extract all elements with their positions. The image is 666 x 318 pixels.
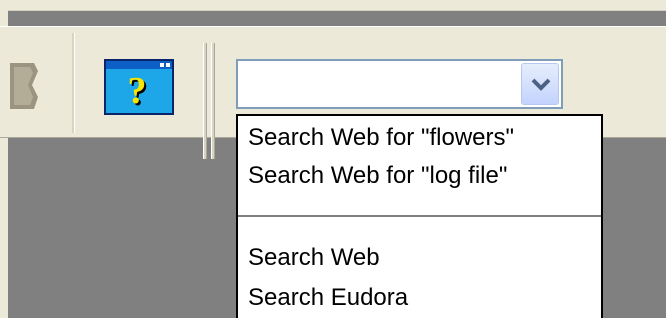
dropdown-item-search-web[interactable]: Search Web (248, 240, 380, 276)
search-combo-box[interactable] (236, 59, 563, 109)
chevron-down-icon (531, 78, 551, 91)
menu-bar-edge (0, 0, 666, 11)
toolbar-button-icon (10, 63, 38, 109)
toolbar-grip[interactable] (203, 43, 217, 159)
dropdown-item-search-eudora[interactable]: Search Eudora (248, 280, 408, 316)
search-input[interactable] (242, 65, 512, 103)
toolbar-button-partial[interactable] (0, 57, 40, 117)
dropdown-arrow-button[interactable] (521, 63, 559, 105)
dropdown-separator (238, 215, 601, 217)
screen: ? ? Search Web for "flowers" Search Web … (0, 0, 666, 318)
help-question-mark-window-icon: ? ? (104, 59, 174, 115)
svg-text:?: ? (128, 70, 147, 112)
dropdown-item-search-log-file[interactable]: Search Web for "log file" (248, 158, 507, 194)
dropdown-item-search-flowers[interactable]: Search Web for "flowers" (248, 120, 514, 156)
search-dropdown-list: Search Web for "flowers" Search Web for … (236, 114, 603, 318)
toolbar-separator (72, 33, 75, 133)
help-button[interactable]: ? ? (100, 57, 178, 117)
